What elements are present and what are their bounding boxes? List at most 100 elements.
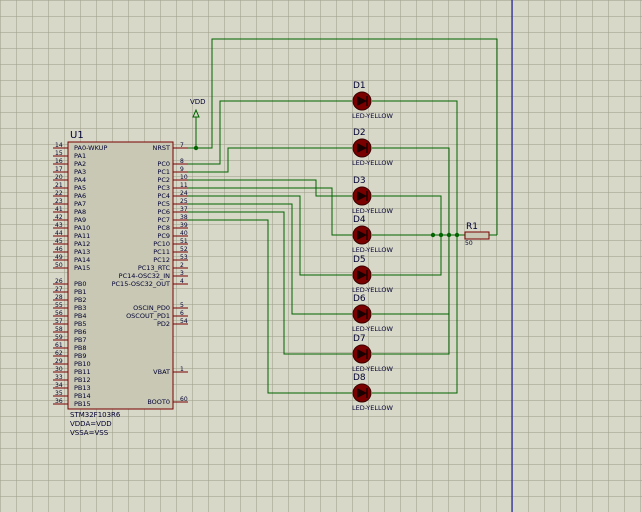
right-pin-name: PC6: [157, 208, 170, 216]
left-pin-name: PA7: [74, 200, 86, 208]
led-type-label: LED-YELLOW: [352, 404, 394, 412]
left-pin-number: 29: [55, 358, 63, 365]
right-pin-name: PC2: [157, 176, 170, 184]
right-pin-number: 60: [180, 396, 188, 403]
led-type-label: LED-YELLOW: [352, 246, 394, 254]
junction-dot: [454, 232, 460, 238]
left-pin-number: 62: [55, 350, 63, 357]
left-pin-name: PB9: [74, 352, 87, 360]
chip-note-vssa: VSSA=VSS: [70, 429, 109, 437]
left-pin-number: 59: [55, 334, 63, 341]
right-pin-name: PC0: [157, 160, 170, 168]
left-pin-name: PB6: [74, 328, 87, 336]
left-pin-number: 57: [55, 318, 63, 325]
left-pin-number: 30: [55, 366, 63, 373]
led-ref-label: D5: [353, 255, 366, 265]
left-pin-name: PA15: [74, 264, 90, 272]
led-ref-label: D2: [353, 128, 366, 138]
junction-group: [193, 145, 460, 238]
right-pin-number: 40: [180, 230, 188, 237]
left-pin-name: PA12: [74, 240, 90, 248]
left-pin-name: PA8: [74, 208, 86, 216]
right-pin-name: OSCIN_PD0: [133, 304, 170, 312]
right-pin-number: 39: [180, 222, 188, 229]
vdd-arrow-icon: [192, 108, 200, 118]
junction-dot: [438, 232, 444, 238]
led-ref-label: D7: [353, 334, 366, 344]
right-pin-number: 37: [180, 206, 188, 213]
left-pin-number: 45: [55, 238, 63, 245]
left-pin-number: 26: [55, 278, 63, 285]
chip-ref-label: U1: [70, 130, 84, 141]
right-pin-number: 6: [180, 310, 184, 317]
left-pin-name: PA11: [74, 232, 90, 240]
junction-dot: [193, 145, 199, 151]
right-pin-name: PC9: [157, 232, 170, 240]
left-pin-number: 15: [55, 150, 63, 157]
right-pin-number: 3: [180, 270, 184, 277]
left-pin-name: PB1: [74, 288, 87, 296]
right-pin-name: VBAT: [153, 368, 170, 376]
left-pin-number: 56: [55, 310, 63, 317]
vdd-power-symbol[interactable]: VDD: [190, 98, 206, 148]
left-pin-name: PA5: [74, 184, 86, 192]
left-pin-name: PA3: [74, 168, 86, 176]
right-pin-number: 51: [180, 238, 188, 245]
right-pin-number: 24: [180, 190, 188, 197]
led-group: D1LED-YELLOWD2LED-YELLOWD3LED-YELLOWD4LE…: [352, 81, 394, 412]
right-pin-number: 2: [180, 262, 184, 269]
right-pin-number: 10: [180, 174, 188, 181]
left-pin-name: PA13: [74, 248, 90, 256]
right-pin-name: PC3: [157, 184, 170, 192]
right-pin-name: PC8: [157, 224, 170, 232]
right-pin-name: PC1: [157, 168, 170, 176]
led-ref-label: D4: [353, 215, 366, 225]
wire: [188, 38, 498, 235]
left-pin-number: 34: [55, 382, 63, 389]
right-pin-name: PC14-OSC32_IN: [119, 272, 170, 280]
wires: [188, 38, 498, 394]
resistor-r1[interactable]: R1 50: [464, 222, 497, 247]
left-pin-name: PB5: [74, 320, 87, 328]
right-pin-name: PC7: [157, 216, 170, 224]
wire: [188, 100, 352, 165]
left-pin-number: 17: [55, 166, 63, 173]
left-pin-number: 35: [55, 390, 63, 397]
left-pin-number: 16: [55, 158, 63, 165]
led-ref-label: D3: [353, 176, 366, 186]
left-pin-number: 28: [55, 294, 63, 301]
left-pin-number: 27: [55, 286, 63, 293]
left-pin-name: PB13: [74, 384, 91, 392]
left-pin-name: PA1: [74, 152, 86, 160]
right-pin-number: 8: [180, 158, 184, 165]
right-pin-name: PD2: [157, 320, 170, 328]
left-pin-name: PA4: [74, 176, 86, 184]
schematic-drawing[interactable]: 14 PA0-WKUP15 PA116 PA217 PA320 PA421 PA522 PA6…: [0, 0, 642, 512]
left-pin-number: 58: [55, 326, 63, 333]
led-type-label: LED-YELLOW: [352, 365, 394, 373]
left-pin-number: 41: [55, 206, 63, 213]
right-pin-number: 38: [180, 214, 188, 221]
chip-note-vdda: VDDA=VDD: [70, 420, 112, 428]
led-type-label: LED-YELLOW: [352, 325, 394, 333]
wire: [188, 211, 352, 355]
led-type-label: LED-YELLOW: [352, 286, 394, 294]
left-pin-name: PA10: [74, 224, 90, 232]
led-ref-label: D6: [353, 294, 366, 304]
stm32-chip[interactable]: 14 PA0-WKUP15 PA116 PA217 PA320 PA421 PA522 PA6…: [53, 130, 188, 437]
right-pin-number: 52: [180, 246, 188, 253]
right-pin-name: PC11: [153, 248, 170, 256]
left-pin-name: PB7: [74, 336, 87, 344]
left-pin-name: PA2: [74, 160, 86, 168]
left-pin-name: PB4: [74, 312, 87, 320]
resistor-body[interactable]: [464, 231, 490, 240]
left-pin-number: 61: [55, 342, 63, 349]
vdd-label: VDD: [190, 98, 206, 106]
junction-dot: [430, 232, 436, 238]
wire: [188, 219, 352, 394]
left-pin-name: PA14: [74, 256, 90, 264]
left-pin-name: PB10: [74, 360, 91, 368]
left-pin-name: PB14: [74, 392, 91, 400]
left-pin-name: PB11: [74, 368, 91, 376]
left-pin-name: PA0-WKUP: [74, 144, 107, 152]
